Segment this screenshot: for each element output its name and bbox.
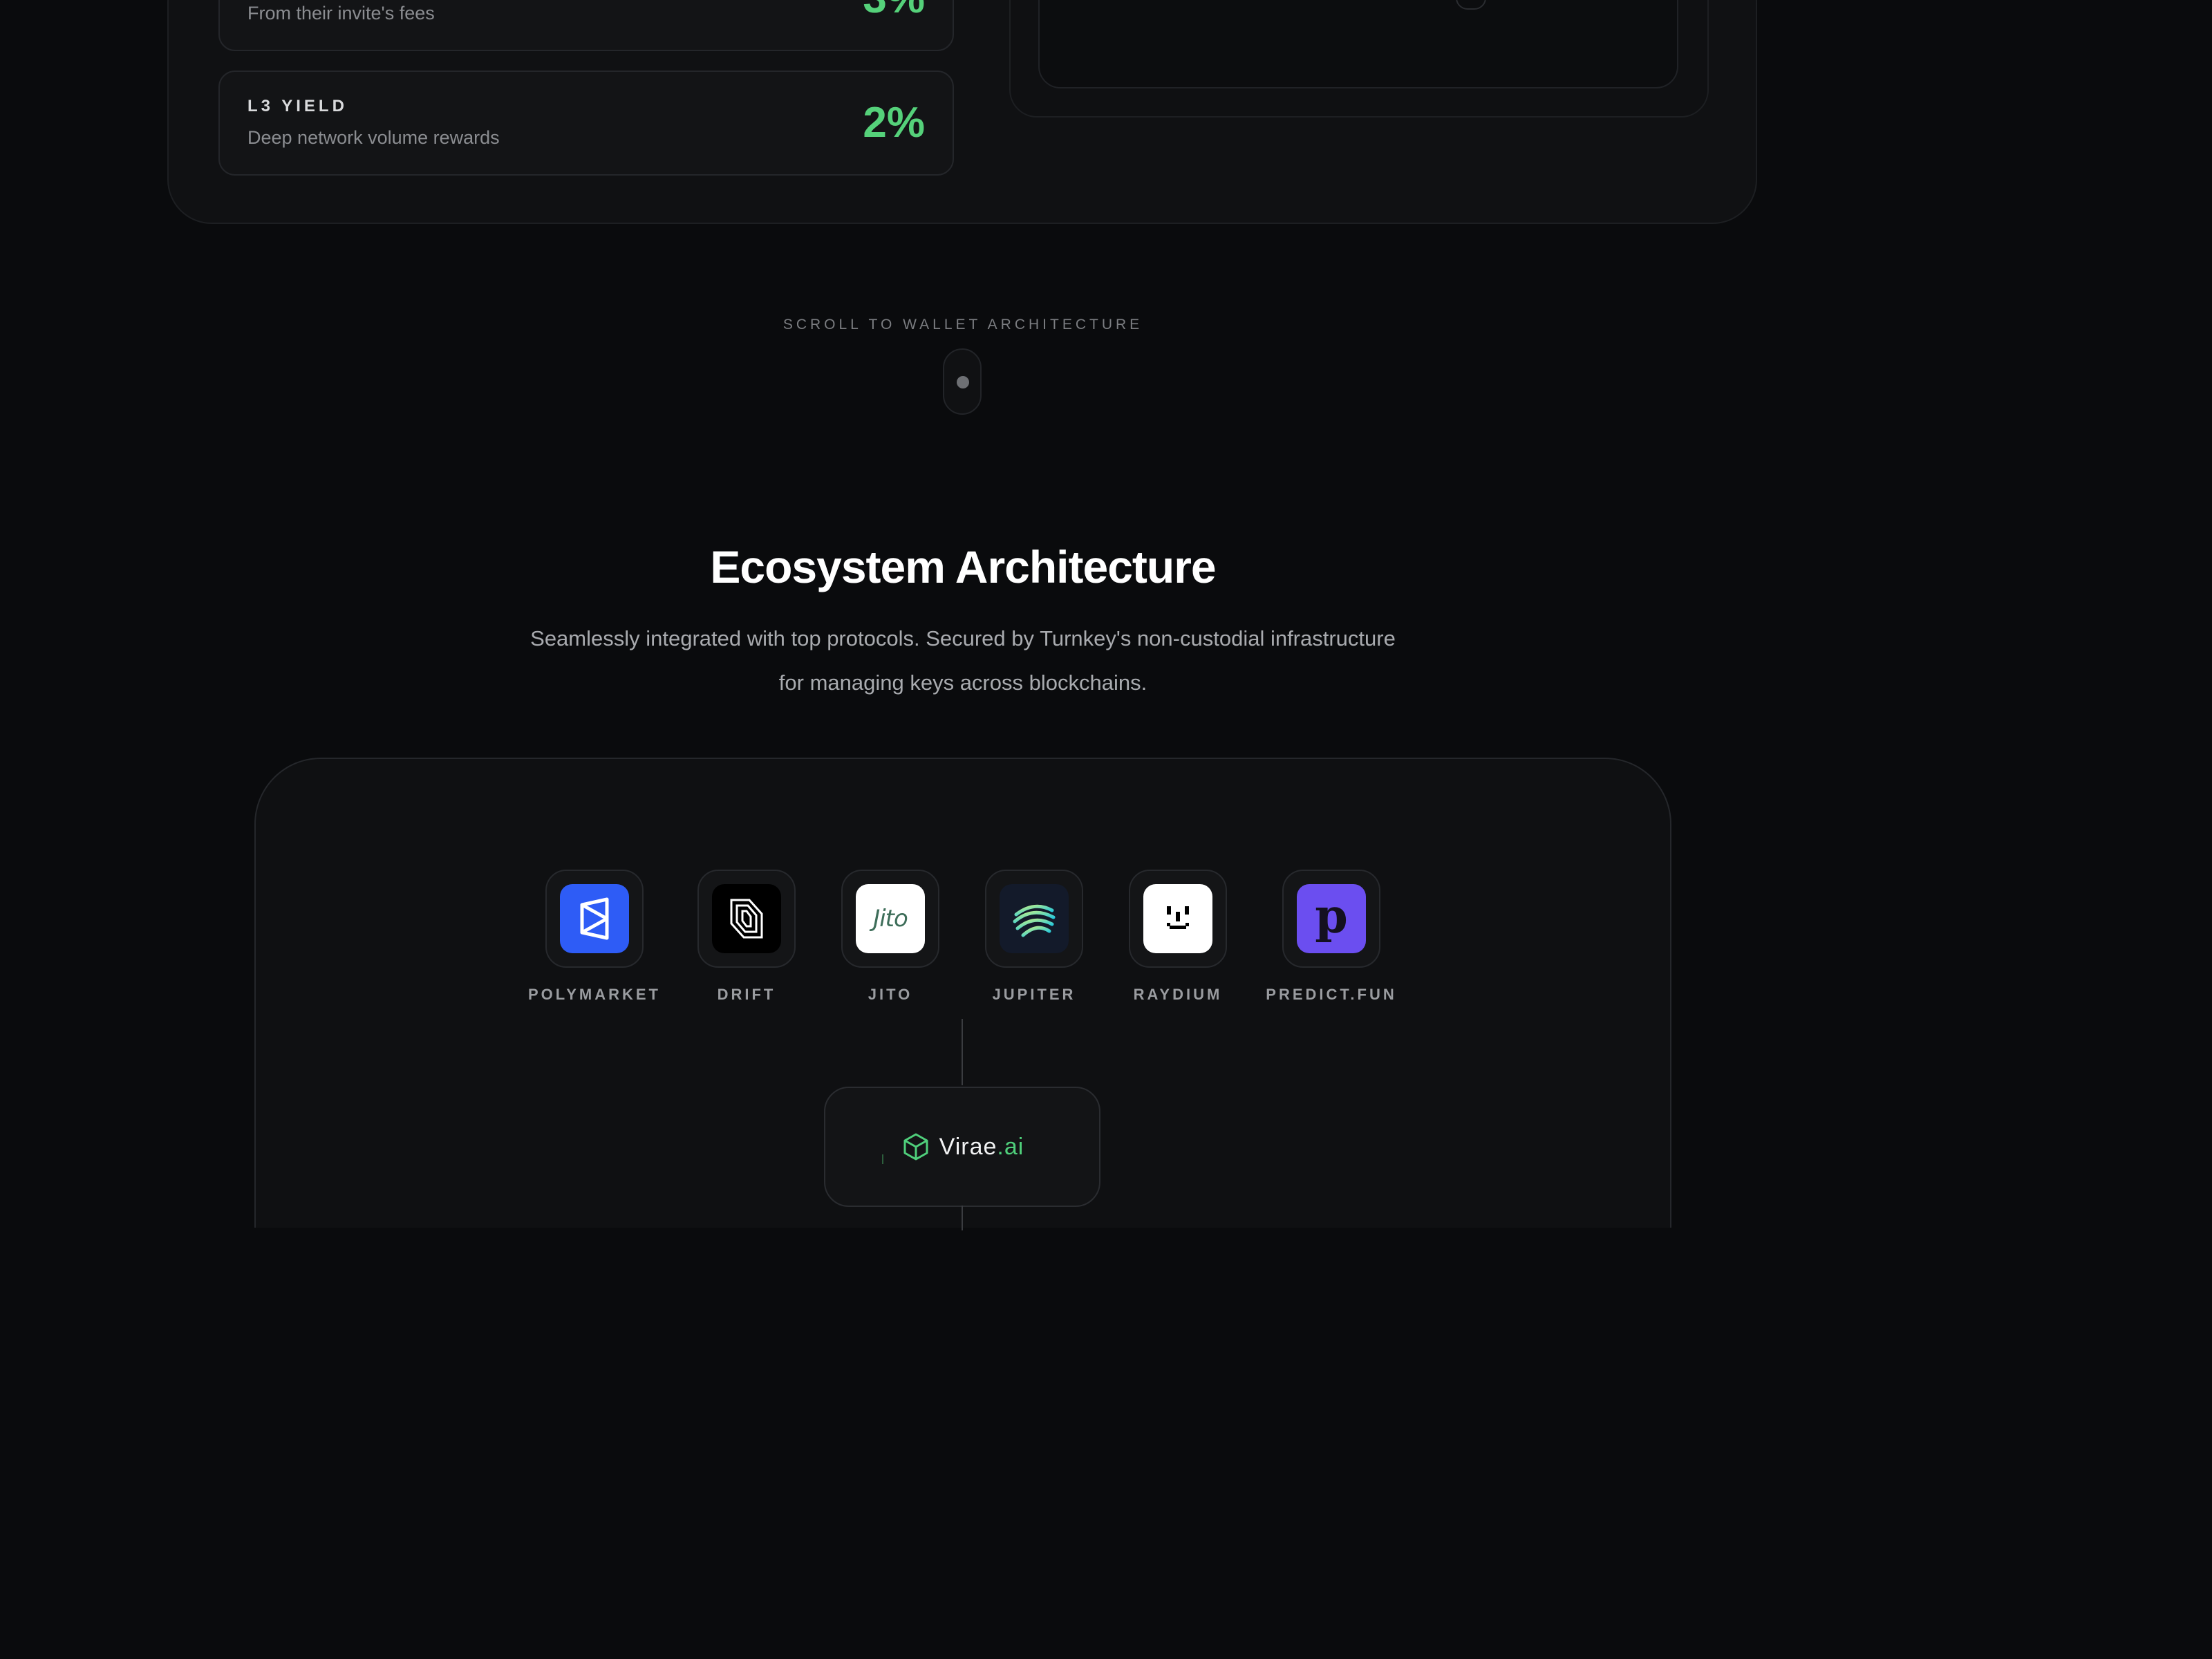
hub-tick [882, 1154, 883, 1164]
virae-logo-icon [903, 1133, 928, 1161]
protocol-tile [1129, 870, 1227, 968]
yield-percentage: 3% [863, 0, 925, 23]
protocol-raydium[interactable]: RAYDIUM [1109, 870, 1247, 1004]
raydium-icon [1143, 884, 1212, 953]
protocol-drift[interactable]: DRIFT [677, 870, 816, 1004]
jito-icon: Jito [856, 884, 925, 953]
protocol-name: RAYDIUM [1133, 986, 1223, 1003]
yield-card-l3: L3 YIELD Deep network volume rewards 2% [218, 71, 954, 176]
protocol-name: PREDICT.FUN [1266, 986, 1397, 1003]
protocol-tile [697, 870, 796, 968]
connector-line [962, 1206, 963, 1230]
virae-tld: .ai [997, 1133, 1024, 1160]
yield-desc: Deep network volume rewards [247, 127, 500, 148]
yield-name: L3 YIELD [247, 97, 348, 115]
virae-hub[interactable]: Virae.ai [824, 1087, 1100, 1207]
protocol-tile [985, 870, 1083, 968]
protocol-name: DRIFT [717, 986, 776, 1003]
predict-fun-icon: p [1297, 884, 1366, 953]
connector-line [962, 1019, 963, 1085]
scroll-indicator[interactable] [943, 348, 982, 415]
protocol-jupiter[interactable]: JUPITER [965, 870, 1103, 1004]
yield-percentage: 2% [863, 99, 925, 147]
scroll-hint-label: SCROLL TO WALLET ARCHITECTURE [782, 317, 1143, 332]
section-subtitle-line: for managing keys across blockchains. [778, 671, 1147, 695]
section-subtitle-line: Seamlessly integrated with top protocols… [530, 626, 1396, 650]
page: From their invite's fees 3% L3 YIELD Dee… [0, 0, 2212, 1659]
yield-card-l2: From their invite's fees 3% [218, 0, 954, 51]
polymarket-icon [560, 884, 629, 953]
predict-fun-logo-text: p [1315, 889, 1348, 944]
protocol-tile [545, 870, 644, 968]
protocol-name: JITO [868, 986, 913, 1003]
section-title: Ecosystem Architecture [710, 541, 1216, 592]
network-panel-inner [1038, 0, 1678, 88]
section-subtitle: Seamlessly integrated with top protocols… [477, 617, 1449, 705]
protocol-predict-fun[interactable]: p PREDICT.FUN [1262, 870, 1400, 1004]
jupiter-icon [1000, 884, 1069, 953]
protocol-name: JUPITER [992, 986, 1076, 1003]
protocol-name: POLYMARKET [528, 986, 661, 1003]
jito-logo-text: Jito [873, 905, 908, 932]
protocol-tile: p [1282, 870, 1380, 968]
protocol-jito[interactable]: Jito JITO [821, 870, 959, 1004]
protocol-tile: Jito [841, 870, 939, 968]
virae-brand-name: Virae [939, 1133, 997, 1160]
yield-desc: From their invite's fees [247, 3, 435, 24]
virae-wordmark: Virae.ai [939, 1134, 1024, 1161]
protocol-polymarket[interactable]: POLYMARKET [525, 870, 664, 1004]
drift-icon [712, 884, 781, 953]
scroll-dot [957, 376, 969, 388]
